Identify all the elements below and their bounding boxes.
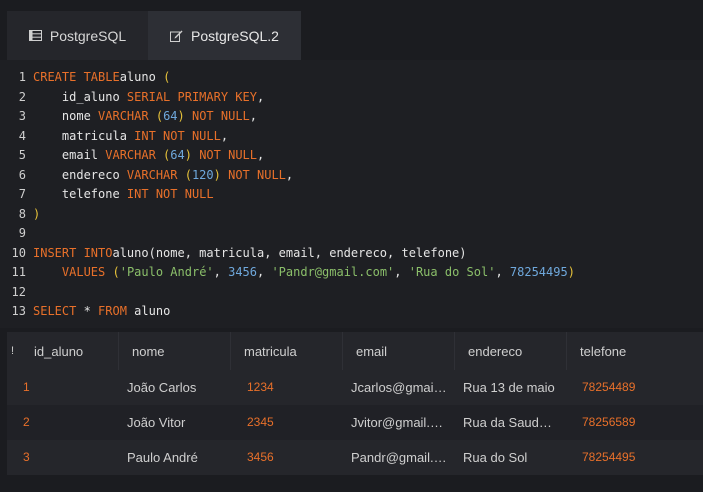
code-text: email VARCHAR (64) NOT NULL, — [33, 148, 265, 162]
cell-email: Pandr@gmail.com — [351, 450, 448, 465]
line-number: 4 — [18, 128, 26, 143]
column-header-endereco[interactable]: endereco — [468, 332, 522, 372]
line-number: 12 — [11, 284, 26, 299]
row-marker: ! — [11, 345, 15, 357]
cell-telefone: 78254489 — [582, 380, 636, 394]
code-text: nome VARCHAR (64) NOT NULL, — [33, 109, 258, 123]
results-table: ! id_aluno nome matricula email endereco… — [0, 332, 703, 492]
edit-icon — [170, 30, 183, 42]
column-header-telefone[interactable]: telefone — [580, 332, 626, 372]
table-header: ! id_aluno nome matricula email endereco… — [7, 332, 703, 372]
cell-telefone: 78254495 — [582, 450, 636, 464]
cell-email: Jcarlos@gmail.com — [351, 380, 448, 395]
code-text: endereco VARCHAR (120) NOT NULL, — [33, 167, 294, 182]
cell-endereco: Rua da Saudade — [463, 415, 559, 430]
tab-postgresql-2[interactable]: PostgreSQL.2 — [148, 11, 301, 60]
database-icon — [28, 30, 42, 41]
line-number: 7 — [18, 187, 26, 201]
cell-id: 2 — [23, 415, 30, 429]
cell-matricula: 1234 — [247, 380, 274, 394]
code-line[interactable]: 7 telefone INT NOT NULL — [0, 185, 214, 203]
table-row[interactable]: 2 João Vitor 2345 Jvitor@gmail.com Rua d… — [7, 405, 703, 440]
code-text: CREATE TABLEaluno ( — [33, 70, 171, 84]
code-line[interactable]: 3 nome VARCHAR (64) NOT NULL, — [0, 107, 257, 125]
line-number: 5 — [18, 148, 26, 162]
line-number: 10 — [11, 245, 26, 260]
code-line[interactable]: 4 matricula INT NOT NULL, — [0, 127, 228, 145]
cell-nome: Paulo André — [127, 450, 198, 465]
tab-label: PostgreSQL.2 — [191, 27, 279, 44]
code-line[interactable]: 6 endereco VARCHAR (120) NOT NULL, — [0, 166, 293, 184]
cell-endereco: Rua do Sol — [463, 450, 528, 465]
code-text: matricula INT NOT NULL, — [33, 128, 229, 143]
line-number: 11 — [11, 265, 26, 279]
tab-postgresql[interactable]: PostgreSQL — [7, 11, 148, 60]
cell-nome: João Vitor — [127, 415, 186, 430]
tab-label: PostgreSQL — [49, 27, 127, 44]
code-line[interactable]: 8) — [0, 205, 40, 223]
code-line[interactable]: 13 SELECT * FROM aluno — [0, 302, 171, 320]
code-editor[interactable]: 1 CREATE TABLEaluno ( 2 id_aluno SERIAL PR… — [0, 60, 703, 328]
cell-matricula: 3456 — [247, 450, 274, 464]
code-text: ) — [33, 206, 41, 221]
line-number: 6 — [18, 167, 26, 182]
line-number: 13 — [11, 304, 26, 318]
code-text: INSERT INTOaluno(nome, matricula, email,… — [33, 245, 467, 260]
column-header-email[interactable]: email — [356, 332, 387, 372]
line-number: 3 — [18, 109, 26, 123]
cell-id: 1 — [23, 380, 30, 394]
code-line[interactable]: 10 INSERT INTOaluno(nome, matricula, emai… — [0, 244, 467, 262]
cell-email: Jvitor@gmail.com — [351, 415, 448, 430]
cell-endereco: Rua 13 de maio — [463, 380, 555, 395]
code-text: telefone INT NOT NULL — [33, 187, 214, 201]
code-text: SELECT * FROM aluno — [33, 304, 171, 318]
line-number: 1 — [18, 70, 26, 84]
cell-nome: João Carlos — [127, 380, 197, 395]
table-row[interactable]: 1 João Carlos 1234 Jcarlos@gmail.com Rua… — [7, 370, 703, 405]
cell-matricula: 2345 — [247, 415, 274, 429]
line-number: 2 — [18, 89, 26, 104]
code-line[interactable]: 1 CREATE TABLEaluno ( — [0, 68, 171, 86]
tab-bar: PostgreSQL PostgreSQL.2 — [0, 0, 703, 60]
code-line[interactable]: 9 — [0, 224, 33, 242]
code-text: id_aluno SERIAL PRIMARY KEY, — [33, 89, 265, 104]
code-line[interactable]: 11 VALUES ('Paulo André', 3456, 'Pandr@g… — [0, 263, 575, 281]
code-line[interactable]: 5 email VARCHAR (64) NOT NULL, — [0, 146, 264, 164]
code-line[interactable]: 12 — [0, 283, 33, 301]
code-line[interactable]: 2 id_aluno SERIAL PRIMARY KEY, — [0, 88, 264, 106]
cell-telefone: 78256589 — [582, 415, 636, 429]
cell-id: 3 — [23, 450, 30, 464]
code-text: VALUES ('Paulo André', 3456, 'Pandr@gmai… — [61, 265, 575, 279]
column-header-nome[interactable]: nome — [132, 332, 165, 372]
column-header-id_aluno[interactable]: id_aluno — [34, 332, 83, 372]
line-number: 8 — [18, 206, 26, 221]
table-row[interactable]: 3 Paulo André 3456 Pandr@gmail.com Rua d… — [7, 440, 703, 475]
column-header-matricula[interactable]: matricula — [244, 332, 297, 372]
line-number: 9 — [18, 226, 26, 240]
